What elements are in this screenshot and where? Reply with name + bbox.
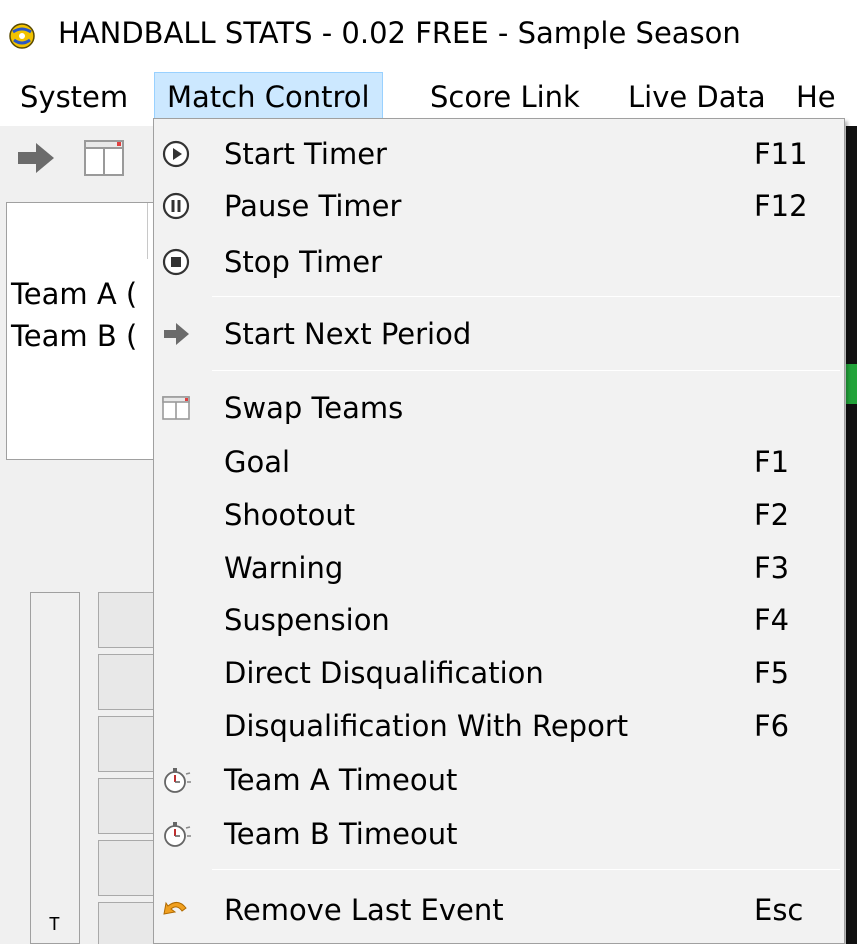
player-button[interactable] (98, 654, 158, 710)
lower-left-panel: T (30, 592, 80, 944)
menu-item-label: Warning (224, 551, 344, 585)
menu-match-control[interactable]: Match Control (154, 72, 383, 122)
menu-pause-timer[interactable]: Pause Timer F12 (154, 177, 844, 235)
menu-item-shortcut: F6 (754, 709, 790, 743)
team-b-label: Team B ( (11, 319, 138, 353)
player-button[interactable] (98, 716, 158, 772)
swap-panel-icon (162, 396, 190, 420)
arrow-right-icon[interactable] (14, 136, 58, 180)
menu-team-a-timeout[interactable]: Team A Timeout (154, 751, 844, 809)
menu-item-label: Team A Timeout (224, 763, 458, 797)
menu-item-shortcut: F4 (754, 603, 790, 637)
menu-direct-disqualification[interactable]: Direct Disqualification F5 (154, 644, 844, 702)
stop-circle-icon (162, 248, 190, 276)
menu-stop-timer[interactable]: Stop Timer (154, 233, 844, 291)
team-a-label: Team A ( (11, 277, 138, 311)
menu-item-label: Disqualification With Report (224, 709, 629, 743)
menu-system[interactable]: System (8, 72, 140, 122)
stopwatch-icon (164, 822, 191, 847)
menu-item-label: Start Next Period (224, 317, 472, 351)
window-title: HANDBALL STATS - 0.02 FREE - Sample Seas… (58, 16, 741, 50)
menu-item-label: Stop Timer (224, 245, 383, 279)
menu-item-label: Pause Timer (224, 189, 402, 223)
menu-separator (212, 869, 840, 870)
arrow-right-icon (164, 323, 189, 345)
menu-disqualification-with-report[interactable]: Disqualification With Report F6 (154, 697, 844, 755)
stopwatch-icon (164, 768, 191, 793)
menu-item-label: Shootout (224, 498, 356, 532)
menu-team-b-timeout[interactable]: Team B Timeout (154, 805, 844, 863)
menu-item-label: Goal (224, 445, 291, 479)
menu-item-label: Swap Teams (224, 391, 404, 425)
menu-help[interactable]: He (784, 72, 836, 122)
menu-separator (212, 296, 840, 297)
menu-item-shortcut: F11 (754, 137, 808, 171)
score-panel: Team A ( Team B ( (6, 202, 176, 460)
menu-item-label: Start Timer (224, 137, 387, 171)
menu-item-label: Direct Disqualification (224, 656, 544, 690)
menu-item-shortcut: F1 (754, 445, 790, 479)
title-bar: HANDBALL STATS - 0.02 FREE - Sample Seas… (0, 0, 857, 68)
menu-item-shortcut: F3 (754, 551, 790, 585)
menu-remove-last-event[interactable]: Remove Last Event Esc (154, 881, 844, 939)
panel-divider (147, 203, 148, 259)
menu-separator (212, 370, 840, 371)
player-button[interactable] (98, 592, 158, 648)
menu-item-label: Suspension (224, 603, 390, 637)
menu-item-shortcut: F5 (754, 656, 790, 690)
menu-shootout[interactable]: Shootout F2 (154, 486, 844, 544)
pause-circle-icon (162, 192, 190, 220)
menu-start-timer[interactable]: Start Timer F11 (154, 125, 844, 183)
undo-icon (163, 901, 187, 915)
status-indicator (846, 364, 857, 404)
lower-left-label: T (49, 914, 60, 935)
menu-item-label: Remove Last Event (224, 893, 504, 927)
menu-suspension[interactable]: Suspension F4 (154, 591, 844, 649)
player-button[interactable] (98, 902, 158, 944)
handball-app-icon (9, 23, 35, 49)
menu-item-shortcut: Esc (754, 893, 804, 927)
right-edge-panel (846, 126, 857, 944)
swap-panel-icon[interactable] (82, 136, 126, 180)
menu-live-data[interactable]: Live Data (616, 72, 778, 122)
menu-score-link[interactable]: Score Link (418, 72, 592, 122)
menu-item-shortcut: F12 (754, 189, 808, 223)
menu-swap-teams[interactable]: Swap Teams (154, 379, 844, 437)
play-circle-icon (162, 140, 190, 168)
player-button-column (98, 592, 158, 944)
menu-item-shortcut: F2 (754, 498, 790, 532)
menu-start-next-period[interactable]: Start Next Period (154, 305, 844, 363)
player-button[interactable] (98, 778, 158, 834)
player-button[interactable] (98, 840, 158, 896)
menu-item-label: Team B Timeout (224, 817, 458, 851)
menu-goal[interactable]: Goal F1 (154, 433, 844, 491)
menu-warning[interactable]: Warning F3 (154, 539, 844, 597)
match-control-dropdown: Start Timer F11 Pause Timer F12 Stop Tim… (153, 118, 845, 944)
